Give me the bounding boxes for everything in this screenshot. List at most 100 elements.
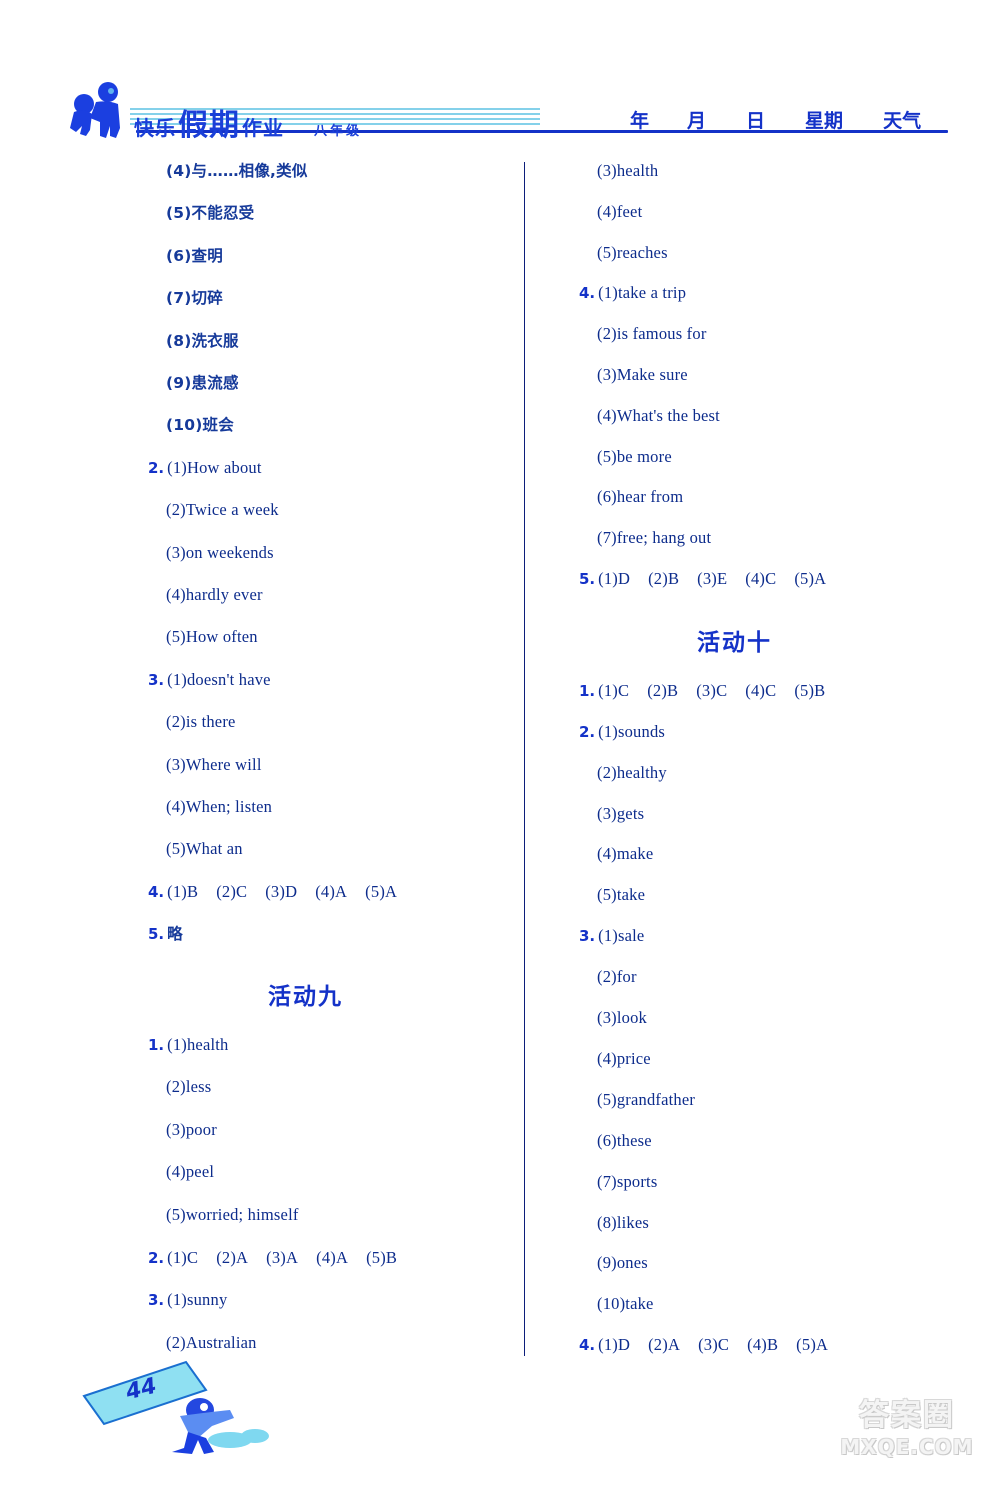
answer-question-line: 3. (1)sunny xyxy=(148,1290,227,1310)
answer-text: (5)reaches xyxy=(597,242,668,262)
watermark: 答案圈 MXQE.COM xyxy=(822,1398,992,1460)
answer-text: (2)is there xyxy=(166,712,236,732)
answer-text: (5)take xyxy=(597,885,646,905)
answer-text: (1)doesn't have xyxy=(167,669,271,689)
choice-answer: (3)C xyxy=(696,680,728,700)
answer-text: (3)health xyxy=(597,161,659,180)
answer-text: (2)is famous for xyxy=(597,324,707,344)
section-title: 活动十 xyxy=(697,629,772,656)
answer-question-line: 3. (1)sale xyxy=(579,926,644,946)
answer-line: (7)sports xyxy=(597,1172,657,1192)
answer-line: (3)Where will xyxy=(166,755,262,775)
answer-text: (5)What an xyxy=(166,839,243,859)
choice-answer: (3)C xyxy=(698,1335,730,1355)
answer-line: (10)班会 xyxy=(166,415,234,435)
answer-text: (8)likes xyxy=(597,1212,650,1232)
children-mascot-icon xyxy=(70,82,120,138)
answer-text: (4)hardly ever xyxy=(166,585,263,604)
answer-text: (2)healthy xyxy=(597,762,667,782)
answer-line: (5)不能忍受 xyxy=(166,203,254,223)
answer-line: (2)Australian xyxy=(166,1333,257,1353)
year-label: 年 xyxy=(630,110,650,132)
answer-question-line: 1. (1)health xyxy=(148,1035,229,1055)
answer-question-line: 2. (1)C (2)A (3)A (4)A (5)B xyxy=(148,1248,415,1268)
question-number: 2. xyxy=(148,458,165,477)
answer-line: (5)grandfather xyxy=(597,1090,695,1110)
answer-text: (3)on weekends xyxy=(166,542,274,562)
month-label: 月 xyxy=(687,110,707,132)
answer-line: (9)患流感 xyxy=(166,373,239,393)
answer-line: (5)be more xyxy=(597,447,672,467)
answer-line: (8)likes xyxy=(597,1213,649,1233)
answer-line: (3)health xyxy=(597,161,658,181)
answer-text: (1)take a trip xyxy=(598,283,687,303)
date-weather-fields: 年 月 日 星期 天气 xyxy=(630,106,921,133)
answer-line: (2)for xyxy=(597,967,637,987)
answer-line: (4)hardly ever xyxy=(166,585,263,605)
answer-text: (5)worried; himself xyxy=(166,1205,299,1224)
choice-answer: (4)C xyxy=(745,680,777,700)
book-title: 快乐 假期 作业 八年级 xyxy=(134,100,362,144)
answer-text: (10)take xyxy=(597,1294,654,1314)
choice-answer: (5)A xyxy=(796,1335,829,1355)
answer-line: (7)切碎 xyxy=(166,288,223,308)
answer-text: (6)hear from xyxy=(597,487,684,507)
answer-text: (1)sale xyxy=(598,926,645,946)
answer-text: (1)sounds xyxy=(598,721,666,741)
answer-line: (5)take xyxy=(597,885,645,905)
choice-answer: (1)C xyxy=(598,680,630,700)
answer-text: (5)grandfather xyxy=(597,1089,696,1109)
choice-answer: (2)A xyxy=(216,1247,249,1267)
answer-text: (8)洗衣服 xyxy=(166,331,239,350)
answer-question-line: 4. (1)B (2)C (3)D (4)A (5)A xyxy=(148,882,415,902)
answer-text: (4)peel xyxy=(166,1162,215,1182)
answer-line: (4)price xyxy=(597,1049,651,1069)
question-number: 1. xyxy=(579,681,596,700)
choice-answer: (2)B xyxy=(647,680,679,700)
choice-answer: (1)D xyxy=(598,1335,631,1355)
choice-answer: (2)C xyxy=(216,881,248,901)
answer-question-line: 3. (1)doesn't have xyxy=(148,670,271,690)
column-divider xyxy=(524,162,525,1356)
weather-label: 天气 xyxy=(883,110,922,132)
answer-text: (1)sunny xyxy=(167,1290,228,1310)
question-number: 5. xyxy=(579,570,596,588)
answer-question-line: 4. (1)take a trip xyxy=(579,283,686,303)
choice-answer: (5)B xyxy=(794,680,826,700)
answer-question-line: 5. (1)D (2)B (3)E (4)C (5)A xyxy=(579,569,844,589)
answer-text: (7)free; hang out xyxy=(597,528,712,548)
answer-line: (4)peel xyxy=(166,1162,214,1182)
page-header: 快乐 假期 作业 八年级 年 月 日 星期 天气 xyxy=(0,0,1000,150)
answer-text: (4)make xyxy=(597,844,654,864)
answer-line: (9)ones xyxy=(597,1253,648,1273)
question-number: 3. xyxy=(579,927,596,946)
answer-line: (3)look xyxy=(597,1008,647,1028)
answer-line: (3)Make sure xyxy=(597,365,688,385)
answer-line: (3)poor xyxy=(166,1120,217,1140)
question-number: 5. xyxy=(148,925,165,944)
answer-line: (3)gets xyxy=(597,804,644,824)
choice-answer: (4)C xyxy=(745,569,777,588)
answer-line: (4)与……相像,类似 xyxy=(166,161,308,181)
answer-text: (3)Where will xyxy=(166,754,262,774)
answer-line: (5)How often xyxy=(166,627,258,647)
choice-answer: (3)E xyxy=(697,569,728,588)
answer-line: (2)is there xyxy=(166,712,236,732)
answer-line: (8)洗衣服 xyxy=(166,331,239,351)
answer-text: (2)Australian xyxy=(166,1332,257,1352)
answer-text: (4)When; listen xyxy=(166,797,273,816)
answer-text: (1)health xyxy=(167,1034,229,1054)
choice-answer: (5)B xyxy=(366,1247,398,1267)
answer-text: (3)gets xyxy=(597,803,645,823)
title-part-kuaile: 快乐 xyxy=(134,116,176,140)
answer-question-line: 1. (1)C (2)B (3)C (4)C (5)B xyxy=(579,681,843,701)
section-title: 活动九 xyxy=(268,983,343,1010)
answer-text: (2)for xyxy=(597,967,637,987)
answer-line: (2)Twice a week xyxy=(166,500,279,520)
answer-line: (4)What's the best xyxy=(597,406,720,426)
title-part-zuoye: 作业 xyxy=(242,116,284,140)
answer-line: (4)feet xyxy=(597,202,642,222)
answer-question-line: 5. 略 xyxy=(148,924,183,944)
answer-line: (2)less xyxy=(166,1077,211,1097)
question-number: 3. xyxy=(148,1291,165,1310)
